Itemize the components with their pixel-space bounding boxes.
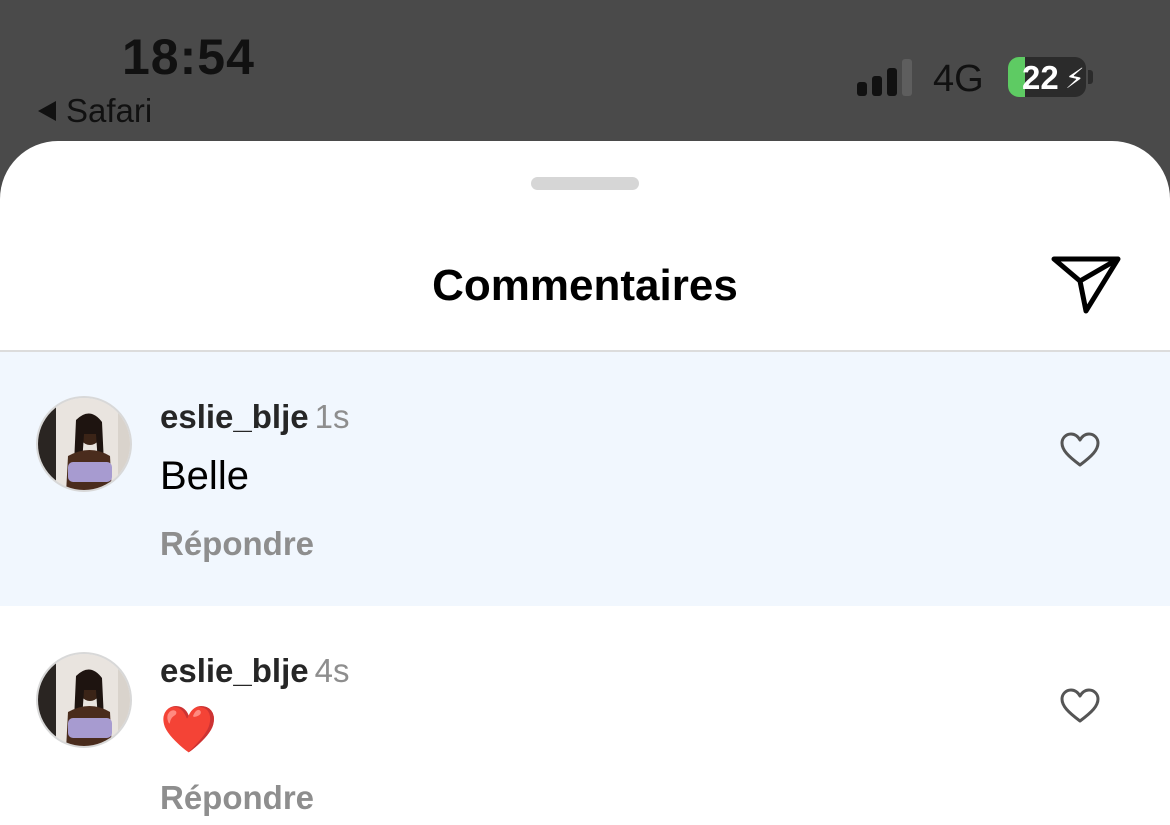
heart-outline-icon — [1060, 432, 1100, 467]
clock-time: 18:54 — [122, 29, 255, 85]
charging-bolt-icon: ⚡ — [1065, 63, 1085, 94]
reply-button[interactable]: Répondre — [160, 525, 314, 563]
cellular-signal-icon — [857, 58, 915, 96]
comment-text: Belle — [160, 454, 249, 498]
reply-button[interactable]: Répondre — [160, 779, 314, 817]
comment-timestamp: 1s — [314, 398, 350, 435]
sheet-drag-handle[interactable] — [531, 177, 639, 190]
comment-item: eslie_blje 1s Belle Répondre — [0, 352, 1170, 606]
avatar[interactable] — [36, 396, 132, 492]
comment-username[interactable]: eslie_blje — [160, 398, 309, 435]
heart-outline-icon — [1060, 688, 1100, 723]
back-to-safari-button[interactable]: Safari — [38, 92, 152, 130]
comment-timestamp: 4s — [314, 652, 350, 689]
paper-plane-icon — [1051, 256, 1121, 314]
share-button[interactable] — [1050, 253, 1122, 315]
comment-header: eslie_blje 4s — [160, 652, 349, 690]
avatar[interactable] — [36, 652, 132, 748]
back-app-label: Safari — [66, 92, 153, 129]
comment-item: eslie_blje 4s ❤️ Répondre — [0, 606, 1170, 825]
battery-percentage: 22 — [1022, 59, 1059, 96]
battery-icon: 22 ⚡ — [1008, 57, 1086, 97]
comment-username[interactable]: eslie_blje — [160, 652, 309, 689]
sheet-title: Commentaires — [432, 261, 738, 310]
comment-text: ❤️ — [160, 703, 218, 755]
back-triangle-icon — [38, 101, 56, 121]
battery-cap — [1088, 70, 1093, 84]
like-button[interactable] — [1060, 432, 1100, 468]
comments-sheet: Commentaires eslie_blje 1s Belle Répondre — [0, 141, 1170, 825]
like-button[interactable] — [1060, 688, 1100, 724]
network-type: 4G — [933, 58, 984, 100]
status-bar: 18:54 Safari 4G 22 ⚡ — [0, 0, 1170, 150]
comment-header: eslie_blje 1s — [160, 398, 349, 436]
